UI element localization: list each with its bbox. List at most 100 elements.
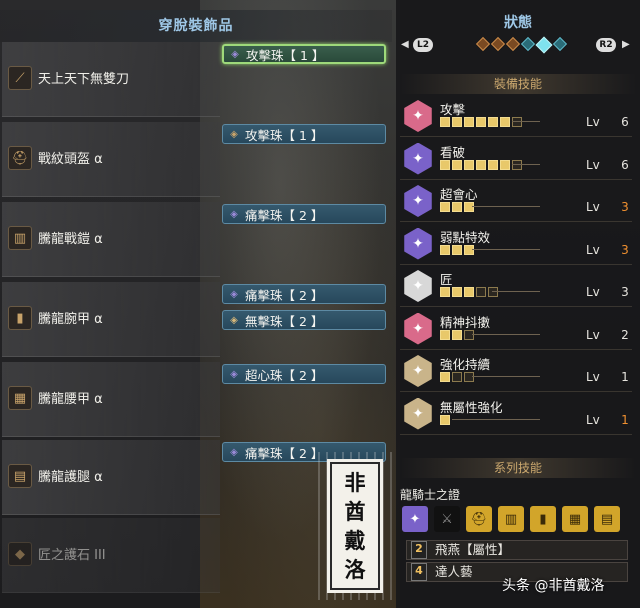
- decoration-slot[interactable]: ◈ 攻擊珠【 1 】: [222, 124, 386, 144]
- jewel-icon: ◈: [230, 288, 238, 300]
- decoration-label: 痛擊珠【 2 】: [245, 445, 324, 461]
- equipment-row[interactable]: ▥ 騰龍戰鎧 α: [2, 202, 220, 277]
- equipment-name: 騰龍腕甲 α: [38, 312, 103, 327]
- level-pip: [464, 202, 474, 212]
- skill-gem-icon: ✦: [404, 270, 432, 302]
- level-pip: [452, 329, 462, 340]
- set-name: 龍騎士之證: [400, 488, 461, 502]
- decoration-slot[interactable]: ◈ 無擊珠【 2 】: [222, 310, 386, 330]
- level-pip: [488, 159, 498, 170]
- skill-row[interactable]: ✦ 攻擊 Lv 6: [400, 96, 632, 137]
- level-pip: [440, 372, 450, 382]
- leg-armor-icon: ▤: [8, 464, 32, 488]
- bar-line: [472, 248, 540, 250]
- level-pip: [488, 117, 498, 127]
- skill-row[interactable]: ✦ 無屬性強化 Lv 1: [400, 394, 632, 435]
- r2-button[interactable]: R2: [596, 38, 616, 52]
- chest-piece-icon: ▥: [498, 506, 524, 532]
- stamp-char: 洛: [344, 557, 366, 582]
- jewel-icon: ◈: [230, 314, 238, 326]
- level-label: Lv: [586, 285, 600, 299]
- level-pip: [440, 159, 450, 170]
- l2-button[interactable]: L2: [413, 38, 433, 52]
- seal-stamp: 非 酋 戴 洛: [330, 462, 380, 590]
- skill-name: 攻擊: [440, 102, 466, 117]
- decoration-panel: 穿脫裝飾品 ⟋ 天上天下無雙刀 ⛑ 戰紋頭盔 α ▥ 騰龍戰鎧 α ▮ 騰龍腕甲 α ▦ 騰龍腰甲…: [0, 0, 392, 608]
- skill-name: 強化持續: [440, 357, 491, 372]
- level-label: Lv: [586, 412, 600, 427]
- jewel-icon: ◈: [230, 446, 238, 458]
- decoration-slot[interactable]: ◈ 痛擊珠【 2 】: [222, 204, 386, 224]
- equipment-row[interactable]: ⛑ 戰紋頭盔 α: [2, 122, 220, 197]
- skill-gem-icon: ✦: [404, 142, 432, 175]
- bar-line: [472, 333, 540, 335]
- bonus-label: 達人藝: [435, 564, 473, 579]
- equipment-name: 騰龍護腿 α: [38, 470, 103, 485]
- skill-level-bar: [440, 202, 474, 212]
- skill-level-bar: [440, 117, 522, 127]
- level-value: 1: [621, 370, 629, 384]
- equipment-row[interactable]: ▦ 騰龍腰甲 α: [2, 362, 220, 437]
- level-pip: [464, 287, 474, 297]
- level-label: Lv: [586, 115, 600, 129]
- level-pip: [440, 329, 450, 340]
- arm-piece-icon: ▮: [530, 506, 556, 532]
- skill-row[interactable]: ✦ 看破 Lv 6: [400, 139, 632, 180]
- charm-icon: ◆: [8, 542, 32, 566]
- level-pip: [452, 159, 462, 170]
- page-indicator: [475, 36, 568, 54]
- bar-line: [492, 291, 540, 292]
- level-pip: [500, 159, 510, 170]
- equipment-row[interactable]: ▤ 騰龍護腿 α: [2, 440, 220, 515]
- skill-level-bar: [440, 329, 474, 340]
- skill-gem-icon: ✦: [404, 227, 432, 260]
- skill-row[interactable]: ✦ 匠 Lv 3: [400, 266, 632, 307]
- equipment-row[interactable]: ▮ 騰龍腕甲 α: [2, 282, 220, 357]
- skill-level-bar: [440, 244, 474, 255]
- page-dot: [490, 36, 506, 52]
- skill-level-bar: [440, 372, 474, 382]
- level-pip: [476, 287, 486, 297]
- level-label: Lv: [586, 242, 600, 257]
- skill-row[interactable]: ✦ 強化持續 Lv 1: [400, 351, 632, 392]
- level-value: 3: [621, 285, 629, 299]
- equip-skills-title: 裝備技能: [400, 74, 636, 94]
- arrow-right-icon[interactable]: ▶: [622, 39, 630, 50]
- skill-level-bar: [440, 414, 450, 425]
- skill-name: 超會心: [440, 187, 478, 202]
- level-pip: [440, 202, 450, 212]
- stamp-char: 酋: [344, 499, 366, 524]
- jewel-icon: ◈: [230, 128, 238, 140]
- bar-line: [472, 376, 540, 377]
- leg-piece-icon: ▤: [594, 506, 620, 532]
- set-piece-icons: ✦ ⚔ ⛑ ▥ ▮ ▦ ▤: [402, 506, 620, 532]
- level-pip: [464, 117, 474, 127]
- skill-row[interactable]: ✦ 超會心 Lv 3: [400, 181, 632, 222]
- jewel-icon: ◈: [230, 368, 238, 380]
- bar-line: [472, 206, 540, 207]
- level-pip: [452, 287, 462, 297]
- equipment-row[interactable]: ◆ 匠之護石 III: [2, 518, 220, 593]
- status-title: 狀態: [504, 15, 532, 31]
- set-bonus-row: 2 飛燕【屬性】: [406, 540, 628, 560]
- status-panel: 狀態 ◀ L2 R2 ▶ 裝備技能 ✦ 攻擊 Lv 6 ✦ 看破 Lv 6 ✦ 超會心 Lv 3 ✦ 弱點…: [396, 0, 640, 608]
- decoration-slot[interactable]: ◈ 攻擊珠【 1 】: [222, 44, 386, 64]
- skill-gem-icon: ✦: [404, 185, 432, 217]
- arrow-left-icon[interactable]: ◀: [401, 39, 409, 50]
- decoration-slot[interactable]: ◈ 超心珠【 2 】: [222, 364, 386, 384]
- skill-gem-icon: ✦: [404, 312, 432, 345]
- skill-row[interactable]: ✦ 精神抖擻 Lv 2: [400, 309, 632, 350]
- set-skill-icon: ✦: [402, 506, 428, 532]
- level-pip: [440, 414, 450, 425]
- level-pip: [452, 244, 462, 255]
- bar-line: [512, 121, 540, 122]
- level-value: 6: [621, 115, 629, 129]
- skill-row[interactable]: ✦ 弱點特效 Lv 3: [400, 224, 632, 265]
- skill-name: 弱點特效: [440, 229, 491, 245]
- decoration-slot[interactable]: ◈ 痛擊珠【 2 】: [222, 284, 386, 304]
- level-value: 3: [621, 242, 629, 257]
- set-skills-title: 系列技能: [400, 458, 636, 478]
- stamp-char: 戴: [344, 528, 366, 553]
- equipment-row[interactable]: ⟋ 天上天下無雙刀: [2, 42, 220, 117]
- skill-level-bar: [440, 159, 522, 170]
